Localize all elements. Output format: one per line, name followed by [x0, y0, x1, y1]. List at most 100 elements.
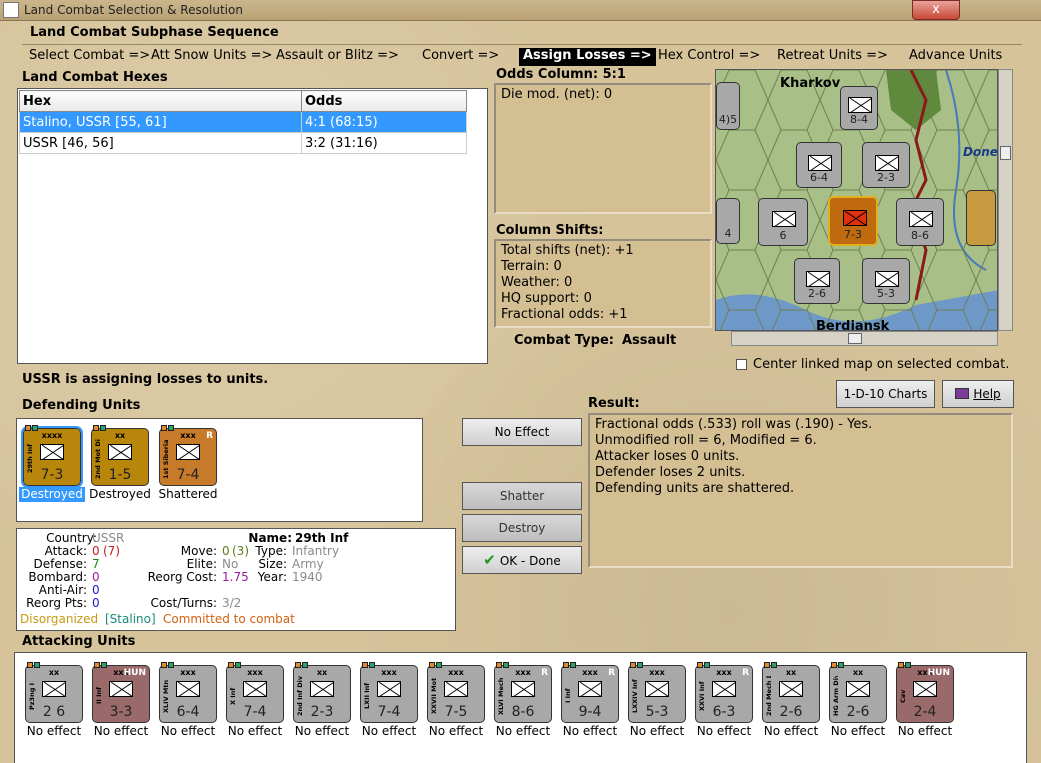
close-button[interactable]: x	[912, 0, 960, 20]
destroy-button[interactable]: Destroy	[462, 514, 582, 542]
map-counter[interactable]: 6	[758, 198, 808, 246]
unit-counter[interactable]: xxx XLVI Mech R 8-6	[494, 662, 552, 723]
result-line: Defending units are shattered.	[595, 481, 795, 496]
unit-counter[interactable]: xx 2nd Mot Div 1-5	[91, 425, 149, 486]
unit-counter[interactable]: xxx LXII Inf 7-4	[360, 662, 418, 723]
unit-status: No effect	[562, 724, 618, 738]
unit-values: 7-4	[176, 467, 200, 483]
attacking-unit-slot[interactable]: xx 2nd Mech Div 2-6 No effect	[758, 662, 824, 739]
attacking-unit-slot[interactable]: xxx LXII Inf 7-4 No effect	[356, 662, 422, 739]
map-vscroll[interactable]	[998, 69, 1013, 331]
ok-done-button[interactable]: ✔ OK - Done	[462, 546, 582, 574]
unit-counter[interactable]: xxx XLIV Mtn 6-4	[159, 662, 217, 723]
attacking-unit-slot[interactable]: xxx XXVII Mot 7-5 No effect	[423, 662, 489, 739]
hex-cell: USSR [46, 56]	[19, 132, 302, 154]
hex-row[interactable]: USSR [46, 56] 3:2 (31:16)	[19, 132, 467, 154]
shifts-box: Total shifts (net): +1 Terrain: 0 Weathe…	[494, 239, 712, 328]
shift-total: Total shifts (net): +1	[501, 243, 634, 258]
map-counter[interactable]: 2-6	[794, 258, 840, 304]
unit-counter[interactable]: xxx XXVII Mot 7-5	[427, 662, 485, 723]
unit-values: 7-4	[243, 704, 267, 720]
defending-units-panel[interactable]: xxxx 29th Inf 7-3 Destroyed xx 2nd Mot Div 1-5…	[16, 418, 423, 522]
attacking-unit-slot[interactable]: xxx Cav HUN 2-4 No effect	[892, 662, 958, 739]
step-assign-losses: Assign Losses =>	[519, 48, 656, 66]
unit-counter[interactable]: xx 2nd Inf Div 2-3	[293, 662, 351, 723]
status-disorganized: Disorganized	[20, 612, 99, 626]
reorg-pts-key: Reorg Pts:	[26, 596, 87, 610]
app-icon	[3, 2, 19, 18]
attacking-unit-slot[interactable]: xx Pz3ng I2 6 No effect	[21, 662, 87, 739]
linked-map[interactable]: Kharkov Berdiansk Done Re 8-4 6-4 2-3 6 …	[715, 69, 998, 331]
odds-cell: 3:2 (31:16)	[301, 132, 467, 154]
map-counter[interactable]: 6-4	[796, 142, 842, 188]
map-hscroll[interactable]	[731, 331, 998, 346]
shatter-button[interactable]: Shatter	[462, 482, 582, 510]
combat-type-label: Combat Type:	[514, 333, 614, 348]
attacking-unit-slot[interactable]: xxx II Inf HUN 3-3 No effect	[88, 662, 154, 739]
unit-type-icon	[310, 681, 334, 697]
unit-res: R	[206, 431, 213, 441]
checkmark-icon: ✔	[483, 551, 496, 569]
unit-type-icon	[176, 681, 200, 697]
unit-values: 5-3	[645, 704, 669, 720]
charts-button[interactable]: 1-D-10 Charts	[836, 380, 935, 408]
status-location: [Stalino]	[105, 612, 156, 626]
attacking-unit-slot[interactable]: xxx XLIV Mtn 6-4 No effect	[155, 662, 221, 739]
city-kharkov: Kharkov	[780, 76, 841, 91]
unit-values: 6-3	[712, 704, 736, 720]
unit-counter[interactable]: xx HG Arm Div 2-6	[829, 662, 887, 723]
hexes-list[interactable]: Hex Odds Stalino, USSR [55, 61] 4:1 (68:15…	[17, 88, 488, 364]
unit-res: R	[541, 668, 548, 678]
odds-cell: 4:1 (68:15)	[301, 111, 467, 133]
unit-type-icon	[176, 444, 200, 460]
map-counter[interactable]: 8-6	[896, 198, 944, 246]
attacking-unit-slot[interactable]: xxx X Inf 7-4 No effect	[222, 662, 288, 739]
map-counter[interactable]: 4	[716, 198, 740, 244]
map-air-counter[interactable]	[966, 190, 996, 246]
map-counter[interactable]: 2-3	[862, 142, 910, 188]
attacking-unit-slot[interactable]: xxx I Inf R 9-4 No effect	[557, 662, 623, 739]
unit-counter[interactable]: xx 2nd Mech Div 2-6	[762, 662, 820, 723]
defending-unit-slot[interactable]: xx 2nd Mot Div 1-5 Destroyed	[87, 425, 153, 502]
unit-type-icon	[645, 681, 669, 697]
result-line: Attacker loses 0 units.	[595, 449, 740, 464]
attacking-unit-slot[interactable]: xx 2nd Inf Div 2-3 No effect	[289, 662, 355, 739]
attack-base: (7)	[103, 544, 120, 558]
unit-counter[interactable]: xxx II Inf HUN 3-3	[92, 662, 150, 723]
col-hex[interactable]: Hex	[19, 90, 302, 112]
map-combat-counter[interactable]: 7-3	[828, 196, 878, 246]
center-map-checkbox[interactable]	[736, 359, 747, 370]
map-counter[interactable]: 4)5	[716, 82, 740, 130]
unit-counter[interactable]: xx Pz3ng I2 6	[25, 662, 83, 723]
unit-status: No effect	[830, 724, 886, 738]
unit-counter[interactable]: xxx I Inf R 9-4	[561, 662, 619, 723]
unit-counter[interactable]: xxx Cav HUN 2-4	[896, 662, 954, 723]
unit-counter[interactable]: xxxx 29th Inf 7-3	[21, 425, 83, 488]
attacking-unit-slot[interactable]: xxx XLVI Mech R 8-6 No effect	[490, 662, 556, 739]
city-berdiansk: Berdiansk	[816, 319, 890, 331]
unit-counter[interactable]: xxx XXVI Inf R 6-3	[695, 662, 753, 723]
step-select-combat: Select Combat =>	[29, 48, 151, 63]
attacking-units-panel[interactable]: xx Pz3ng I2 6 No effect xxx II Inf HUN 3-3 No e…	[14, 652, 1027, 763]
unit-counter[interactable]: xxx 1st Siberian R 7-4	[159, 425, 217, 486]
river-label: Done	[963, 145, 998, 159]
unit-values: 1-5	[108, 467, 132, 483]
unit-values: 2-6	[846, 704, 870, 720]
result-title: Result:	[588, 396, 640, 411]
hex-row-selected[interactable]: Stalino, USSR [55, 61] 4:1 (68:15)	[19, 111, 467, 133]
map-counter[interactable]: 8-4	[840, 86, 878, 130]
map-counter[interactable]: 5-3	[862, 258, 910, 304]
help-button[interactable]: Help	[942, 380, 1014, 408]
reorg-pts-value: 0	[92, 596, 100, 610]
step-hex-control: Hex Control =>	[658, 48, 761, 63]
unit-counter[interactable]: xxx X Inf 7-4	[226, 662, 284, 723]
defending-unit-slot[interactable]: xxx 1st Siberian R 7-4 Shattered	[155, 425, 221, 502]
defending-unit-slot[interactable]: xxxx 29th Inf 7-3 Destroyed	[19, 425, 85, 502]
no-effect-button[interactable]: No Effect	[462, 418, 582, 446]
unit-counter[interactable]: xxx LXXIV Inf 5-3	[628, 662, 686, 723]
attacking-unit-slot[interactable]: xx HG Arm Div 2-6 No effect	[825, 662, 891, 739]
attacking-unit-slot[interactable]: xxx LXXIV Inf 5-3 No effect	[624, 662, 690, 739]
attacking-unit-slot[interactable]: xxx XXVI Inf R 6-3 No effect	[691, 662, 757, 739]
col-odds[interactable]: Odds	[301, 90, 467, 112]
shift-terrain: Terrain: 0	[501, 259, 562, 274]
